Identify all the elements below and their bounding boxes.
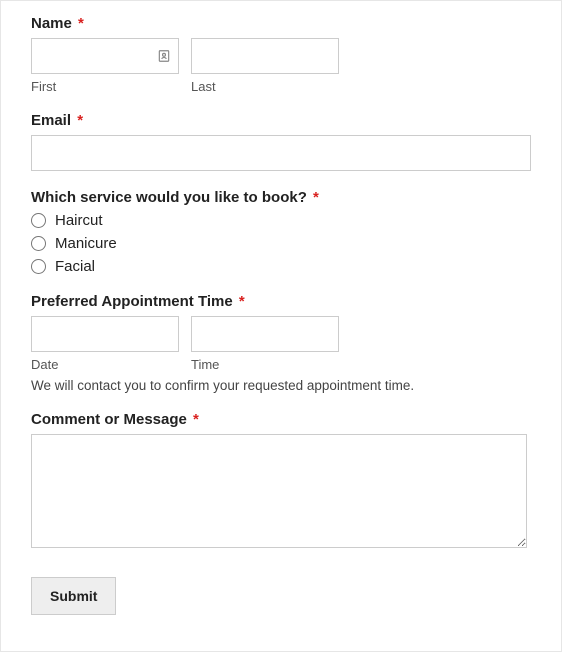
service-radio-group: Haircut Manicure Facial: [31, 212, 531, 275]
required-marker: *: [78, 15, 84, 32]
last-name-input[interactable]: [191, 38, 339, 74]
first-name-input[interactable]: [31, 38, 179, 74]
date-col: Date: [31, 316, 179, 372]
name-label-text: Name: [31, 15, 72, 32]
first-name-sublabel: First: [31, 79, 179, 94]
first-name-input-wrap: [31, 38, 179, 74]
booking-form: Name * First Last: [0, 0, 562, 652]
name-row: First Last: [31, 38, 531, 94]
required-marker: *: [239, 293, 245, 310]
date-sublabel: Date: [31, 357, 179, 372]
required-marker: *: [193, 411, 199, 428]
service-radio-haircut[interactable]: [31, 213, 46, 228]
comment-field-group: Comment or Message *: [31, 411, 531, 551]
service-option-haircut[interactable]: Haircut: [31, 212, 531, 229]
email-input[interactable]: [31, 135, 531, 171]
required-marker: *: [313, 189, 319, 206]
time-col: Time: [191, 316, 339, 372]
time-input[interactable]: [191, 316, 339, 352]
date-input[interactable]: [31, 316, 179, 352]
first-name-col: First: [31, 38, 179, 94]
last-name-col: Last: [191, 38, 339, 94]
service-option-label: Haircut: [55, 212, 103, 229]
email-field-group: Email *: [31, 112, 531, 171]
name-field-group: Name * First Last: [31, 15, 531, 94]
comment-textarea[interactable]: [31, 434, 527, 548]
email-label: Email *: [31, 112, 531, 129]
appointment-description: We will contact you to confirm your requ…: [31, 378, 531, 393]
last-name-sublabel: Last: [191, 79, 339, 94]
comment-label-text: Comment or Message: [31, 411, 187, 428]
service-label-text: Which service would you like to book?: [31, 189, 307, 206]
email-label-text: Email: [31, 112, 71, 129]
service-radio-facial[interactable]: [31, 259, 46, 274]
name-label: Name *: [31, 15, 531, 32]
comment-label: Comment or Message *: [31, 411, 531, 428]
service-radio-manicure[interactable]: [31, 236, 46, 251]
service-label: Which service would you like to book? *: [31, 189, 531, 206]
service-option-label: Facial: [55, 258, 95, 275]
service-option-manicure[interactable]: Manicure: [31, 235, 531, 252]
appointment-field-group: Preferred Appointment Time * Date Time W…: [31, 293, 531, 393]
service-option-label: Manicure: [55, 235, 117, 252]
appointment-row: Date Time: [31, 316, 531, 372]
submit-button[interactable]: Submit: [31, 577, 116, 615]
required-marker: *: [77, 112, 83, 129]
time-sublabel: Time: [191, 357, 339, 372]
service-field-group: Which service would you like to book? * …: [31, 189, 531, 275]
service-option-facial[interactable]: Facial: [31, 258, 531, 275]
appointment-label: Preferred Appointment Time *: [31, 293, 531, 310]
appointment-label-text: Preferred Appointment Time: [31, 293, 233, 310]
